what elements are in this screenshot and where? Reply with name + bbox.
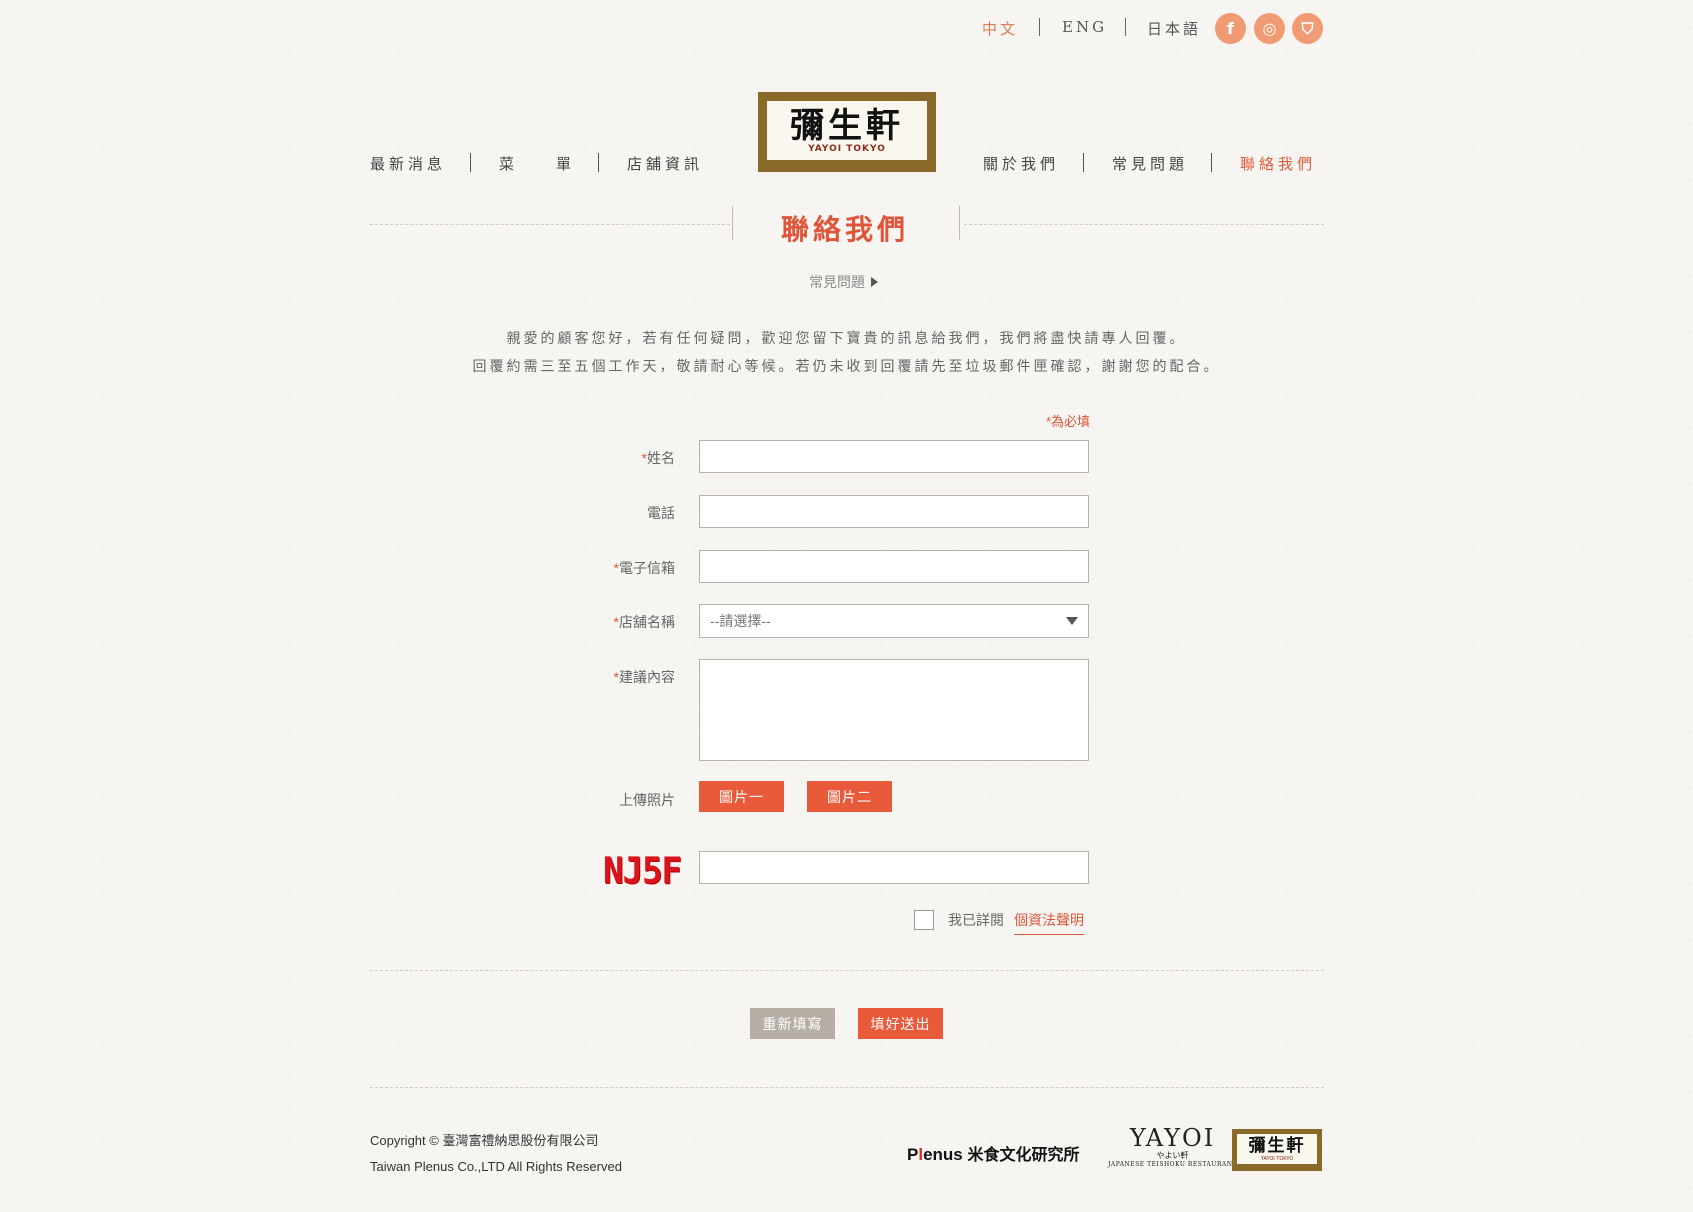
lang-english[interactable]: ENG bbox=[1062, 18, 1107, 36]
upload-image-2-button[interactable]: 圖片二 bbox=[807, 781, 892, 812]
nav-about[interactable]: 關於我們 bbox=[983, 153, 1059, 174]
message-label: *建議內容 bbox=[613, 669, 675, 685]
footer-divider bbox=[370, 1087, 1324, 1088]
phone-field[interactable] bbox=[699, 495, 1089, 528]
agree-checkbox[interactable] bbox=[914, 910, 934, 930]
email-label: *電子信箱 bbox=[613, 560, 675, 576]
captcha-field[interactable] bbox=[699, 851, 1089, 884]
chevron-down-icon bbox=[1066, 617, 1078, 625]
nav-contact[interactable]: 聯絡我們 bbox=[1240, 153, 1316, 174]
lang-divider bbox=[1039, 18, 1040, 36]
upload-image-1-button[interactable]: 圖片一 bbox=[699, 781, 784, 812]
nav-divider bbox=[470, 153, 471, 172]
lang-japanese[interactable]: 日本語 bbox=[1147, 18, 1201, 39]
logo-wordmark: 彌生軒 bbox=[790, 105, 904, 146]
submit-button[interactable]: 填好送出 bbox=[858, 1008, 943, 1039]
nav-news[interactable]: 最新消息 bbox=[370, 153, 446, 174]
shopping-bag-icon[interactable]: ⛉ bbox=[1292, 13, 1323, 44]
faq-link[interactable]: 常見問題 bbox=[809, 272, 878, 292]
email-field[interactable] bbox=[699, 550, 1089, 583]
yayoi-tokyo-logo[interactable]: 彌生軒 YAYOI TOKYO bbox=[1232, 1129, 1322, 1171]
store-select[interactable]: --請選擇-- bbox=[699, 604, 1089, 638]
reset-button[interactable]: 重新填寫 bbox=[750, 1008, 835, 1039]
message-textarea[interactable] bbox=[699, 659, 1089, 761]
title-rule-right bbox=[964, 224, 1324, 225]
page-title: 聯絡我們 bbox=[780, 213, 909, 246]
nav-store-info[interactable]: 店舖資訊 bbox=[627, 153, 703, 174]
intro-line-1: 親愛的顧客您好，若有任何疑問，歡迎您留下寶貴的訊息給我們，我們將盡快請專人回覆。 bbox=[506, 331, 1187, 347]
nav-divider bbox=[598, 153, 599, 172]
nav-menu[interactable]: 菜 單 bbox=[499, 153, 575, 174]
title-rule-left bbox=[370, 224, 730, 225]
privacy-policy-link[interactable]: 個資法聲明 bbox=[1014, 910, 1084, 935]
facebook-icon[interactable]: f bbox=[1215, 13, 1246, 44]
faq-link-label: 常見問題 bbox=[809, 275, 865, 291]
agree-label: 我已詳閱 bbox=[948, 912, 1004, 928]
name-label: *姓名 bbox=[641, 450, 675, 466]
site-logo[interactable]: 彌生軒 YAYOI TOKYO bbox=[758, 92, 936, 172]
arrow-right-icon bbox=[871, 277, 878, 287]
lang-divider bbox=[1125, 18, 1126, 36]
upload-label: 上傳照片 bbox=[619, 792, 675, 808]
yayoi-logo[interactable]: YAYOI やよい軒 JAPANESE TEISHOKU RESTAURANT bbox=[1108, 1125, 1237, 1169]
form-divider bbox=[370, 970, 1324, 971]
plenus-logo[interactable]: Plenus 米食文化研究所 bbox=[907, 1141, 1080, 1165]
lang-chinese[interactable]: 中文 bbox=[982, 18, 1018, 39]
required-note: *為必填 bbox=[1045, 414, 1090, 429]
instagram-icon[interactable]: ◎ bbox=[1254, 13, 1285, 44]
store-label: *店舖名稱 bbox=[613, 614, 675, 630]
copyright-en: Taiwan Plenus Co.,LTD All Rights Reserve… bbox=[370, 1159, 622, 1174]
phone-label: 電話 bbox=[647, 505, 675, 521]
name-field[interactable] bbox=[699, 440, 1089, 473]
copyright-cn: Copyright © 臺灣富禮納思股份有限公司 bbox=[370, 1133, 599, 1148]
captcha-image: NJ5F bbox=[603, 849, 682, 893]
nav-divider bbox=[1083, 153, 1084, 172]
title-bar-right bbox=[959, 206, 960, 240]
intro-line-2: 回覆約需三至五個工作天，敬請耐心等候。若仍未收到回覆請先至垃圾郵件匣確認，謝謝您… bbox=[472, 359, 1221, 375]
nav-divider bbox=[1211, 153, 1212, 172]
logo-subtitle: YAYOI TOKYO bbox=[808, 143, 886, 154]
nav-faq[interactable]: 常見問題 bbox=[1112, 153, 1188, 174]
store-select-value: --請選擇-- bbox=[710, 613, 771, 629]
